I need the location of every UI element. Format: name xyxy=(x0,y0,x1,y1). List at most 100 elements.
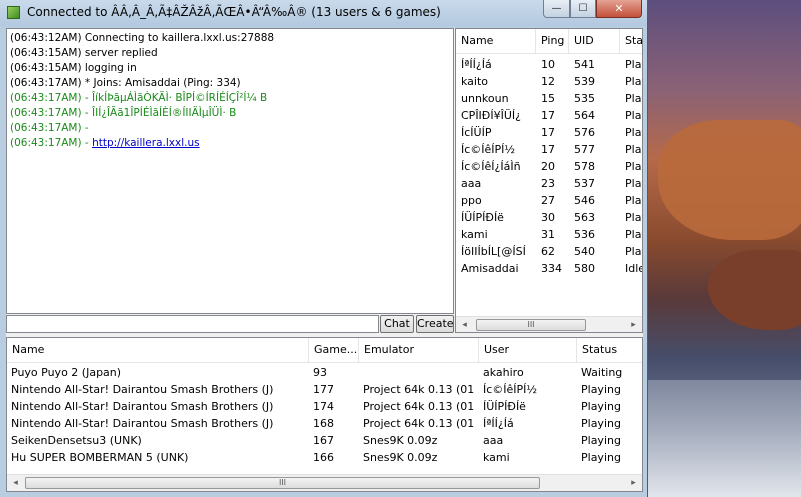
user-name: Íc©ÍêÍ¿ÍáÌñ xyxy=(461,160,521,173)
create-button[interactable]: Create xyxy=(416,315,454,333)
user-row[interactable]: Íc©ÍêÍ¿ÍáÌñ 20 578 Play xyxy=(456,158,642,175)
user-ping: 62 xyxy=(541,245,555,258)
user-row[interactable]: ÍªÍÍ¿Íá 10 541 Play xyxy=(456,56,642,73)
chat-log-line: (06:43:15AM) logging in xyxy=(10,61,450,76)
scroll-thumb[interactable]: III xyxy=(25,477,540,489)
user-row[interactable]: Íc©ÍêÍPÍ½ 17 577 Play xyxy=(456,141,642,158)
maximize-button[interactable]: ☐ xyxy=(570,0,596,18)
column-header-ping[interactable]: Ping xyxy=(536,29,569,53)
chat-log-text: (06:43:17AM) - xyxy=(10,122,89,134)
user-row[interactable]: ÍÜÍPÍÐÍë 30 563 Play xyxy=(456,209,642,226)
game-rows: Puyo Puyo 2 (Japan) 93 akahiro Waiting Ninte… xyxy=(7,363,642,466)
game-row[interactable]: Puyo Puyo 2 (Japan) 93 akahiro Waiting xyxy=(7,364,642,381)
column-header-game-name[interactable]: Name xyxy=(7,338,309,362)
game-status: Playing xyxy=(581,417,621,430)
user-ping: 27 xyxy=(541,194,555,207)
user-ping: 17 xyxy=(541,126,555,139)
game-name: Nintendo All-Star! Dairantou Smash Broth… xyxy=(11,400,274,413)
chat-log-link[interactable]: http://kaillera.lxxl.us xyxy=(92,137,200,149)
user-row[interactable]: CPÎIÐÍ¥ÎÜÍ¿ 17 564 Play xyxy=(456,107,642,124)
game-emulator: Project 64k 0.13 (01 ... xyxy=(363,417,479,430)
user-rows: ÍªÍÍ¿Íá 10 541 Play kaito 12 539 Play unnkoun 15 5… xyxy=(456,54,642,277)
user-uid: 541 xyxy=(574,58,595,71)
column-header-emulator[interactable]: Emulator xyxy=(359,338,479,362)
game-row[interactable]: Nintendo All-Star! Dairantou Smash Broth… xyxy=(7,398,642,415)
user-status: Play xyxy=(625,228,642,241)
user-ping: 15 xyxy=(541,92,555,105)
user-row[interactable]: ÍcÍÜÍP 17 576 Play xyxy=(456,124,642,141)
column-header-status[interactable]: Stat xyxy=(620,29,642,53)
scroll-thumb[interactable]: III xyxy=(476,319,586,331)
game-row[interactable]: Nintendo All-Star! Dairantou Smash Broth… xyxy=(7,381,642,398)
game-status: Playing xyxy=(581,383,621,396)
user-row[interactable]: kami 31 536 Play xyxy=(456,226,642,243)
chat-input[interactable] xyxy=(6,315,379,333)
user-status: Idle xyxy=(625,262,642,275)
user-ping: 20 xyxy=(541,160,555,173)
user-uid: 577 xyxy=(574,143,595,156)
game-row[interactable]: Hu SUPER BOMBERMAN 5 (UNK) 166 Snes9K 0.09… xyxy=(7,449,642,466)
game-user: Íc©ÍêÍPÍ½ xyxy=(483,383,538,396)
game-id: 177 xyxy=(313,383,334,396)
user-row[interactable]: Amisaddai 334 580 Idle xyxy=(456,260,642,277)
column-header-name[interactable]: Name xyxy=(456,29,536,53)
game-user: aaa xyxy=(483,434,504,447)
chat-log-line: (06:43:17AM) - ÎíkÍÞãµÁÌãÒKÄÌ· BÎPÍ©ÍRÍÉ… xyxy=(10,91,450,106)
chat-button[interactable]: Chat xyxy=(380,315,414,333)
game-name: Nintendo All-Star! Dairantou Smash Broth… xyxy=(11,383,274,396)
scroll-right-arrow-icon[interactable]: ▸ xyxy=(625,317,642,332)
game-name: Nintendo All-Star! Dairantou Smash Broth… xyxy=(11,417,274,430)
column-header-uid[interactable]: UID xyxy=(569,29,620,53)
chat-log-line: (06:43:17AM) - ÎIÍ¿ÎÃã1ÎPÍÉÌãÍÈÍ®ÍIIÄÌµÎ… xyxy=(10,106,450,121)
user-list[interactable]: Name Ping UID Stat ÍªÍÍ¿Íá10541Play kaito… xyxy=(455,28,643,333)
user-row[interactable]: unnkoun 15 535 Play xyxy=(456,90,642,107)
game-id: 166 xyxy=(313,451,334,464)
chat-log-line: (06:43:17AM) - http://kaillera.lxxl.us xyxy=(10,136,450,151)
user-ping: 31 xyxy=(541,228,555,241)
scroll-left-arrow-icon[interactable]: ◂ xyxy=(456,317,473,332)
user-row[interactable]: ÍöIIÍbÍL[@ÍSÍ 62 540 Play xyxy=(456,243,642,260)
user-ping: 12 xyxy=(541,75,555,88)
game-row[interactable]: SeikenDensetsu3 (UNK) 167 Snes9K 0.09z aaa P… xyxy=(7,432,642,449)
close-button[interactable]: ✕ xyxy=(596,0,642,18)
title-bar[interactable]: Connected to ÂÂ‚Â_Â‚Ã‡ÂŽÂžÂ‚ÃŒÂ•Â“Â‰Â® (… xyxy=(0,0,647,26)
user-name: aaa xyxy=(461,177,482,190)
chat-log-text: (06:43:17AM) * Joins: Amisaddai (Ping: 3… xyxy=(10,77,241,89)
game-emulator: Snes9K 0.09z xyxy=(363,434,438,447)
user-status: Play xyxy=(625,177,642,190)
game-row[interactable]: Nintendo All-Star! Dairantou Smash Broth… xyxy=(7,415,642,432)
user-row[interactable]: ppo 27 546 Play xyxy=(456,192,642,209)
user-status: Play xyxy=(625,126,642,139)
user-ping: 23 xyxy=(541,177,555,190)
chat-log-text: (06:43:12AM) Connecting to kaillera.lxxl… xyxy=(10,32,275,44)
game-list-horizontal-scrollbar[interactable]: ◂ III ▸ xyxy=(7,474,642,491)
user-status: Play xyxy=(625,92,642,105)
user-row[interactable]: aaa 23 537 Play xyxy=(456,175,642,192)
user-status: Play xyxy=(625,245,642,258)
column-header-user[interactable]: User xyxy=(479,338,577,362)
scroll-left-arrow-icon[interactable]: ◂ xyxy=(7,475,24,491)
game-name: SeikenDensetsu3 (UNK) xyxy=(11,434,142,447)
chat-log-text: (06:43:15AM) logging in xyxy=(10,62,137,74)
game-list[interactable]: Name Game... Emulator User Status Puyo P… xyxy=(6,337,643,492)
chat-log[interactable]: (06:43:12AM) Connecting to kaillera.lxxl… xyxy=(6,28,454,314)
user-status: Play xyxy=(625,194,642,207)
user-name: kaito xyxy=(461,75,489,88)
user-uid: 576 xyxy=(574,126,595,139)
user-list-horizontal-scrollbar[interactable]: ◂ III ▸ xyxy=(456,316,642,332)
app-icon xyxy=(7,6,20,19)
user-uid: 540 xyxy=(574,245,595,258)
scroll-right-arrow-icon[interactable]: ▸ xyxy=(625,475,642,491)
column-header-game-id[interactable]: Game... xyxy=(309,338,359,362)
user-uid: 580 xyxy=(574,262,595,275)
window-title: Connected to ÂÂ‚Â_Â‚Ã‡ÂŽÂžÂ‚ÃŒÂ•Â“Â‰Â® (… xyxy=(27,5,441,19)
column-header-status[interactable]: Status xyxy=(577,338,642,362)
wallpaper-rock xyxy=(658,120,801,240)
user-uid: 563 xyxy=(574,211,595,224)
user-row[interactable]: kaito 12 539 Play xyxy=(456,73,642,90)
game-user: ÍªÍÍ¿Íá xyxy=(483,417,514,430)
chat-log-line: (06:43:12AM) Connecting to kaillera.lxxl… xyxy=(10,31,450,46)
user-name: Amisaddai xyxy=(461,262,519,275)
user-name: ÍªÍÍ¿Íá xyxy=(461,58,492,71)
minimize-button[interactable]: — xyxy=(543,0,570,18)
